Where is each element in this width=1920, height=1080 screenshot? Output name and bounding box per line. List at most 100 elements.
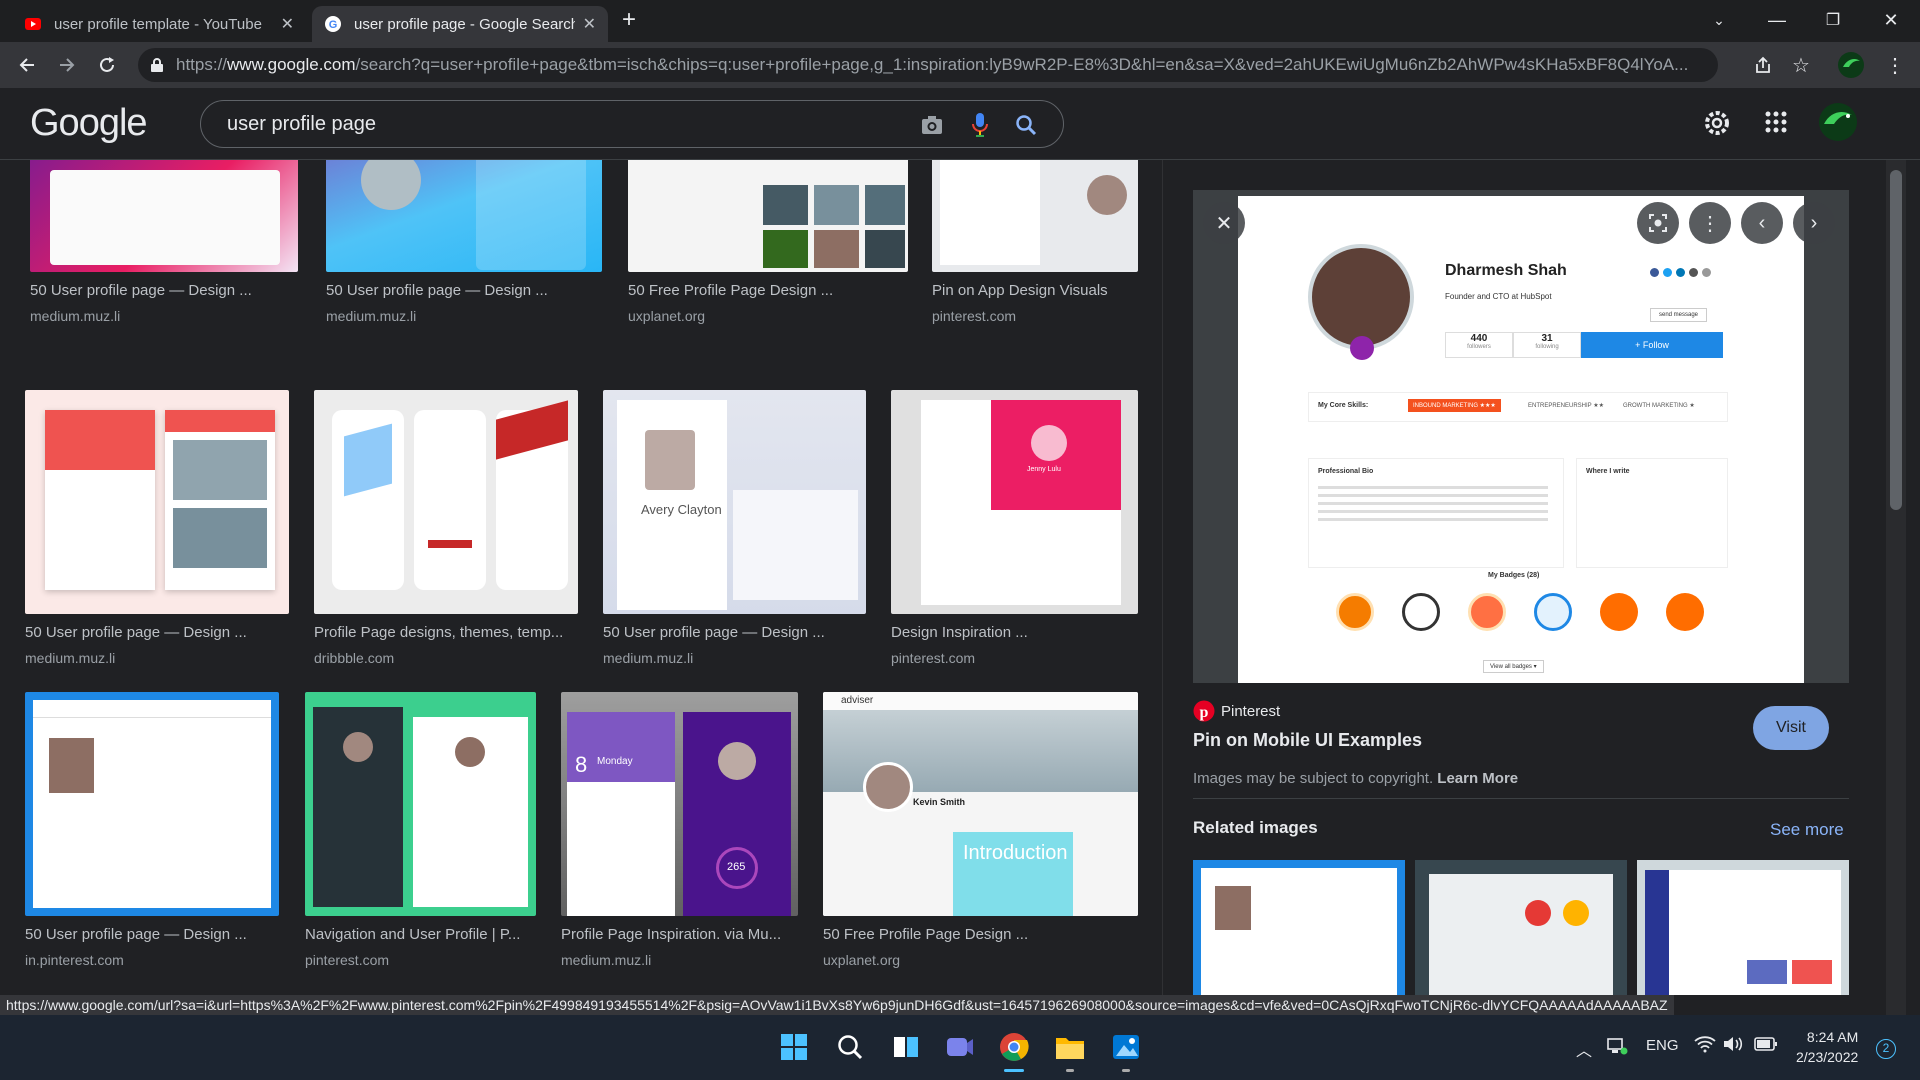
result-tile[interactable]: 50 User profile page — Design ... medium… — [30, 160, 298, 324]
result-thumbnail[interactable]: adviser Kevin Smith Introduction — [823, 692, 1138, 916]
microphone-icon[interactable] — [971, 112, 989, 138]
scrollbar-thumb[interactable] — [1890, 170, 1902, 510]
result-caption[interactable]: Pin on App Design Visuals — [932, 282, 1138, 299]
result-thumbnail[interactable] — [314, 390, 578, 614]
settings-gear-icon[interactable] — [1702, 108, 1732, 143]
related-image[interactable] — [1415, 860, 1627, 995]
teams-chat-icon[interactable] — [938, 1025, 982, 1069]
result-caption[interactable]: 50 Free Profile Page Design ... — [628, 282, 908, 299]
search-input[interactable]: user profile page — [200, 100, 1064, 148]
photos-icon[interactable] — [1104, 1025, 1148, 1072]
language-indicator[interactable]: ENG — [1646, 1037, 1679, 1054]
result-source[interactable]: pinterest.com — [932, 308, 1138, 324]
result-source[interactable]: medium.muz.li — [30, 308, 298, 324]
task-view-icon[interactable] — [884, 1025, 928, 1069]
result-thumbnail[interactable]: Avery Clayton — [603, 390, 866, 614]
result-caption[interactable]: Profile Page designs, themes, temp... — [314, 624, 578, 641]
result-thumbnail[interactable] — [326, 160, 602, 272]
result-source[interactable]: medium.muz.li — [561, 952, 798, 968]
result-tile[interactable]: Avery Clayton 50 User profile page — Des… — [603, 390, 866, 666]
result-tile[interactable]: 50 User profile page — Design ... medium… — [25, 390, 289, 666]
more-options-icon[interactable]: ⋮ — [1689, 202, 1731, 244]
result-thumbnail[interactable] — [25, 692, 279, 916]
volume-icon[interactable] — [1722, 1035, 1744, 1057]
network-status-icon[interactable] — [1606, 1037, 1628, 1059]
tab-youtube[interactable]: user profile template - YouTube ✕ — [12, 6, 306, 42]
result-source[interactable]: medium.muz.li — [603, 650, 866, 666]
start-button-icon[interactable] — [772, 1025, 816, 1069]
result-caption[interactable]: Navigation and User Profile | P... — [305, 926, 536, 943]
show-hidden-icons-icon[interactable]: ︿ — [1576, 1037, 1592, 1061]
result-tile[interactable]: Navigation and User Profile | P... pinte… — [305, 692, 536, 968]
bookmark-star-icon[interactable]: ☆ — [1786, 50, 1816, 80]
learn-more-link[interactable]: Learn More — [1437, 770, 1518, 787]
result-source[interactable]: uxplanet.org — [823, 952, 1138, 968]
close-preview-icon[interactable]: ✕ — [1203, 202, 1245, 244]
result-caption[interactable]: 50 User profile page — Design ... — [603, 624, 866, 641]
close-tab-icon[interactable]: ✕ — [583, 14, 596, 34]
close-tab-icon[interactable]: ✕ — [281, 14, 294, 34]
next-image-icon[interactable]: › — [1793, 202, 1835, 244]
forward-icon[interactable] — [52, 50, 82, 80]
source-site[interactable]: Pinterest — [1221, 703, 1280, 720]
lens-search-icon[interactable] — [1637, 202, 1679, 244]
result-tile[interactable]: 50 User profile page — Design ... in.pin… — [25, 692, 279, 968]
result-tile[interactable]: 50 User profile page — Design ... medium… — [326, 160, 602, 324]
search-taskbar-icon[interactable] — [828, 1025, 872, 1069]
camera-icon[interactable] — [921, 115, 943, 135]
preview-image[interactable]: Dharmesh Shah Founder and CTO at HubSpot… — [1193, 190, 1849, 683]
result-tile[interactable]: Profile Page designs, themes, temp... dr… — [314, 390, 578, 666]
result-tile[interactable]: adviser Kevin Smith Introduction 50 Free… — [823, 692, 1138, 968]
result-tile[interactable]: 8 Monday 265 Profile Page Inspiration. v… — [561, 692, 798, 968]
result-source[interactable]: pinterest.com — [891, 650, 1138, 666]
system-clock[interactable]: 8:24 AM 2/23/2022 — [1796, 1027, 1858, 1067]
result-source[interactable]: uxplanet.org — [628, 308, 908, 324]
result-thumbnail[interactable]: Jenny Lulu — [891, 390, 1138, 614]
result-caption[interactable]: Profile Page Inspiration. via Mu... — [561, 926, 798, 943]
related-image[interactable] — [1193, 860, 1405, 995]
result-tile[interactable]: Pin on App Design Visuals pinterest.com — [932, 160, 1138, 324]
see-more-link[interactable]: See more — [1770, 820, 1844, 840]
address-bar[interactable]: https://www.google.com/search?q=user+pro… — [138, 48, 1718, 82]
reload-icon[interactable] — [92, 50, 122, 80]
minimize-icon[interactable]: — — [1752, 0, 1802, 40]
share-icon[interactable] — [1748, 50, 1778, 80]
close-window-icon[interactable]: ✕ — [1866, 0, 1916, 40]
result-thumbnail[interactable]: 8 Monday 265 — [561, 692, 798, 916]
result-source[interactable]: dribbble.com — [314, 650, 578, 666]
menu-kebab-icon[interactable]: ⋮ — [1880, 50, 1910, 80]
result-caption[interactable]: Design Inspiration ... — [891, 624, 1138, 641]
apps-grid-icon[interactable] — [1764, 110, 1788, 139]
result-source[interactable]: medium.muz.li — [25, 650, 289, 666]
result-thumbnail[interactable] — [30, 160, 298, 272]
result-source[interactable]: pinterest.com — [305, 952, 536, 968]
search-icon[interactable] — [1015, 114, 1037, 136]
result-caption[interactable]: 50 Free Profile Page Design ... — [823, 926, 1138, 943]
profile-avatar-icon[interactable] — [1836, 50, 1866, 80]
notification-badge[interactable]: 2 — [1876, 1039, 1896, 1059]
result-source[interactable]: in.pinterest.com — [25, 952, 279, 968]
wifi-icon[interactable] — [1694, 1035, 1716, 1057]
result-caption[interactable]: 50 User profile page — Design ... — [30, 282, 298, 299]
tab-google-search[interactable]: G user profile page - Google Search ✕ — [312, 6, 608, 42]
tab-search-icon[interactable]: ⌄ — [1694, 0, 1744, 40]
file-explorer-icon[interactable] — [1048, 1025, 1092, 1072]
account-avatar-icon[interactable] — [1818, 102, 1858, 147]
result-caption[interactable]: 50 User profile page — Design ... — [326, 282, 602, 299]
result-caption[interactable]: 50 User profile page — Design ... — [25, 926, 279, 943]
result-caption[interactable]: 50 User profile page — Design ... — [25, 624, 289, 641]
result-thumbnail[interactable] — [628, 160, 908, 272]
result-source[interactable]: medium.muz.li — [326, 308, 602, 324]
chrome-icon[interactable] — [992, 1025, 1036, 1072]
page-scrollbar[interactable] — [1886, 160, 1906, 1015]
result-tile[interactable]: Jenny Lulu Design Inspiration ... pinter… — [891, 390, 1138, 666]
preview-title[interactable]: Pin on Mobile UI Examples — [1193, 730, 1422, 751]
back-icon[interactable] — [12, 50, 42, 80]
result-thumbnail[interactable] — [305, 692, 536, 916]
visit-button[interactable]: Visit — [1753, 706, 1829, 750]
google-logo[interactable]: Google — [30, 102, 148, 145]
related-image[interactable] — [1637, 860, 1849, 995]
result-thumbnail[interactable] — [932, 160, 1138, 272]
restore-icon[interactable]: ❐ — [1808, 0, 1858, 40]
battery-icon[interactable] — [1754, 1035, 1778, 1057]
